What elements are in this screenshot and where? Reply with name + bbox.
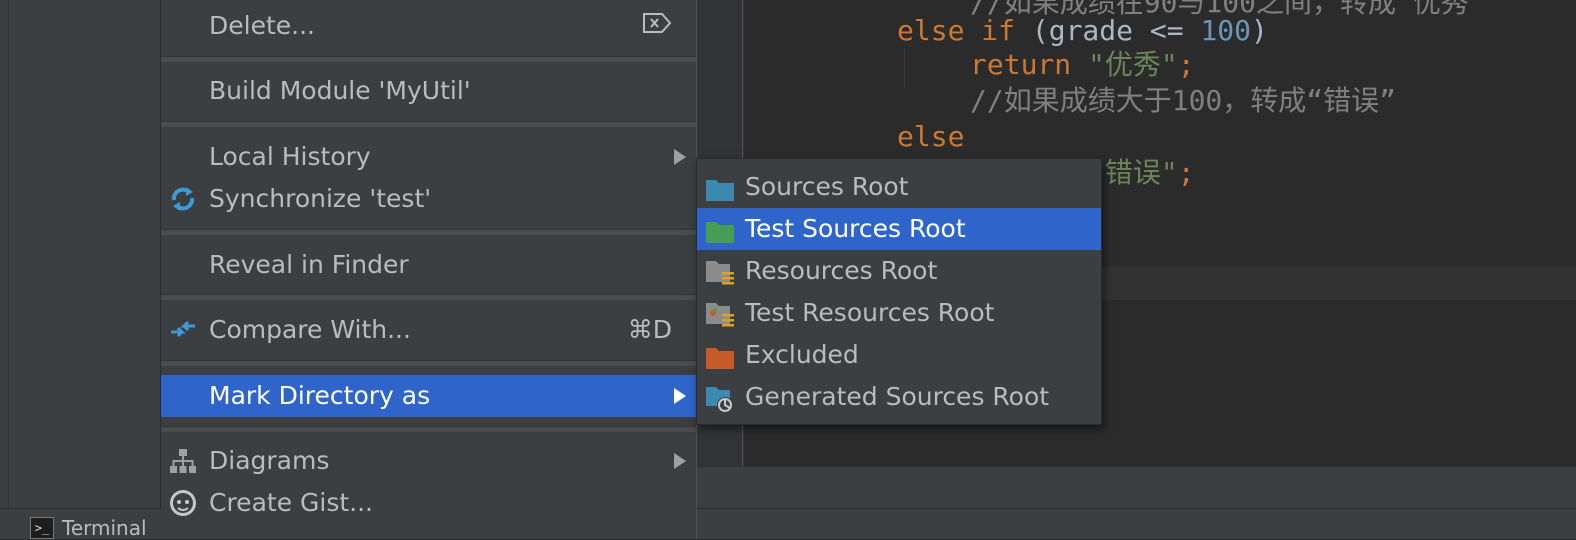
menu-item-label: Build Module 'MyUtil'	[209, 76, 471, 105]
submenu-item-label: Excluded	[745, 340, 859, 369]
sync-icon	[167, 183, 199, 215]
compare-icon	[167, 314, 199, 346]
submenu-arrow-icon	[674, 453, 686, 469]
code-line: else	[897, 120, 964, 154]
diagram-icon	[167, 445, 199, 477]
menu-item-label: Compare With...	[209, 315, 411, 344]
generated-folder-icon	[705, 384, 735, 413]
submenu-item-resources-root[interactable]: Resources Root	[697, 250, 1101, 292]
menu-item-shortcut: ⌘D	[627, 315, 672, 344]
terminal-icon: >_	[30, 517, 54, 539]
delete-key-icon	[642, 5, 672, 47]
menu-separator	[161, 229, 696, 235]
menu-item-local-history[interactable]: Local History	[161, 136, 696, 178]
submenu-arrow-icon	[674, 388, 686, 404]
submenu-item-generated-sources-root[interactable]: Generated Sources Root	[697, 376, 1101, 418]
menu-item-label: Delete...	[209, 11, 315, 40]
code-line: //如果成绩大于100，转成“错误”	[970, 84, 1396, 118]
menu-item-delete[interactable]: Delete...	[161, 5, 696, 47]
submenu-item-sources-root[interactable]: Sources Root	[697, 166, 1101, 208]
menu-item-label: Local History	[209, 142, 371, 171]
context-menu: Delete... Build Module 'MyUtil' Local Hi…	[161, 0, 697, 538]
menu-separator	[161, 56, 696, 62]
submenu-arrow-icon	[674, 149, 686, 165]
submenu-item-label: Test Sources Root	[745, 214, 966, 243]
code-token: else	[897, 120, 965, 153]
menu-item-create-gist[interactable]: Create Gist...	[161, 482, 696, 524]
menu-item-build-module[interactable]: Build Module 'MyUtil'	[161, 70, 696, 112]
terminal-tab[interactable]: >_ Terminal	[30, 516, 147, 540]
menu-item-compare-with[interactable]: Compare With... ⌘D	[161, 309, 696, 351]
code-line: else if (grade <= 100)	[897, 14, 1268, 48]
folder-green-icon	[705, 216, 735, 243]
folder-orange-icon	[705, 342, 735, 369]
menu-item-label: Mark Directory as	[209, 381, 431, 410]
editor-bottom-panel	[696, 466, 1576, 509]
submenu-item-excluded[interactable]: Excluded	[697, 334, 1101, 376]
submenu-item-test-sources-root[interactable]: Test Sources Root	[697, 208, 1101, 250]
code-token: "优秀"	[1088, 48, 1178, 81]
code-line: return "优秀";	[970, 48, 1195, 82]
submenu-item-test-resources-root[interactable]: Test Resources Root	[697, 292, 1101, 334]
submenu-item-label: Generated Sources Root	[745, 382, 1050, 411]
code-token: else if	[897, 14, 1032, 47]
code-token: //如果成绩大于100，转成“错误”	[970, 84, 1397, 117]
menu-item-reveal-in-finder[interactable]: Reveal in Finder	[161, 244, 696, 286]
menu-item-synchronize[interactable]: Synchronize 'test'	[161, 178, 696, 220]
code-token: )	[1251, 14, 1268, 47]
submenu-item-label: Test Resources Root	[745, 298, 995, 327]
menu-item-label: Reveal in Finder	[209, 250, 409, 279]
indent-guide	[904, 48, 905, 88]
menu-separator	[161, 121, 696, 127]
submenu-item-label: Sources Root	[745, 172, 909, 201]
code-token: 100	[1200, 14, 1252, 47]
code-token: return	[970, 48, 1089, 81]
folder-blue-icon	[705, 174, 735, 201]
menu-item-label: Diagrams	[209, 446, 330, 475]
submenu-item-label: Resources Root	[745, 256, 938, 285]
mark-directory-submenu: Sources Root Test Sources Root Resources…	[696, 158, 1102, 425]
menu-item-label: Synchronize 'test'	[209, 184, 432, 213]
menu-separator	[161, 426, 696, 432]
code-token: ;	[1177, 156, 1195, 189]
code-token: (grade <=	[1031, 14, 1201, 47]
github-icon	[167, 487, 199, 519]
resources-folder-icon	[705, 258, 735, 285]
code-token: ;	[1177, 48, 1195, 81]
menu-separator	[161, 360, 696, 366]
project-panel	[0, 0, 160, 508]
terminal-tab-label: Terminal	[62, 516, 147, 540]
menu-item-mark-directory-as[interactable]: Mark Directory as	[161, 375, 696, 417]
menu-item-label: Create Gist...	[209, 488, 374, 517]
menu-item-diagrams[interactable]: Diagrams	[161, 440, 696, 482]
test-resources-folder-icon	[705, 300, 735, 327]
menu-separator	[161, 294, 696, 300]
